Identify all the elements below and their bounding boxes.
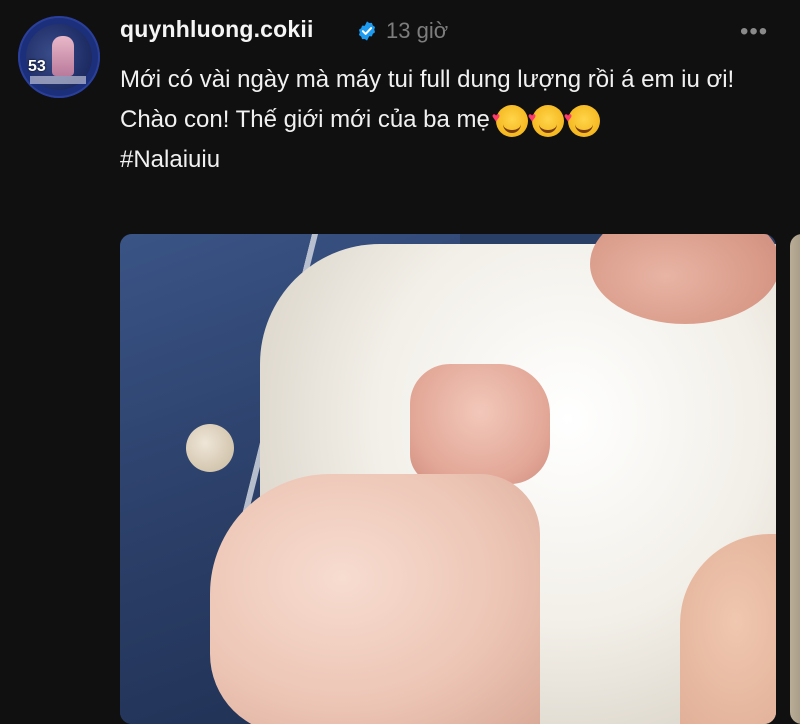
post-text-line-2-content: Chào con! Thế giới mới của ba mẹ <box>120 106 490 133</box>
post-text: Mới có vài ngày mà máy tui full dung lượ… <box>120 60 780 180</box>
post-photo[interactable] <box>120 234 776 724</box>
post-text-line-2: Chào con! Thế giới mới của ba mẹ <box>120 97 780 140</box>
username[interactable]: quynhluong.cokii <box>120 16 314 43</box>
post-timestamp: 13 giờ <box>386 18 449 43</box>
verified-icon <box>358 21 376 41</box>
emoji-group <box>492 97 600 137</box>
more-options-icon[interactable]: ••• <box>740 18 768 46</box>
next-photo-peek[interactable] <box>790 234 800 724</box>
hashtag-link[interactable]: #Nalaiuiu <box>120 140 780 180</box>
avatar-badge: 53 <box>28 58 46 75</box>
avatar[interactable]: 53 <box>18 16 100 98</box>
photo-robe-button <box>186 424 234 472</box>
avatar-ribbon <box>30 76 86 84</box>
avatar-figure <box>52 36 74 76</box>
post-text-line-1: Mới có vài ngày mà máy tui full dung lượ… <box>120 66 735 93</box>
smiling-face-with-hearts-icon <box>492 97 528 137</box>
photo-adult-hand <box>210 474 540 724</box>
smiling-face-with-hearts-icon <box>564 97 600 137</box>
smiling-face-with-hearts-icon <box>528 97 564 137</box>
photo-baby-hand <box>410 364 550 484</box>
